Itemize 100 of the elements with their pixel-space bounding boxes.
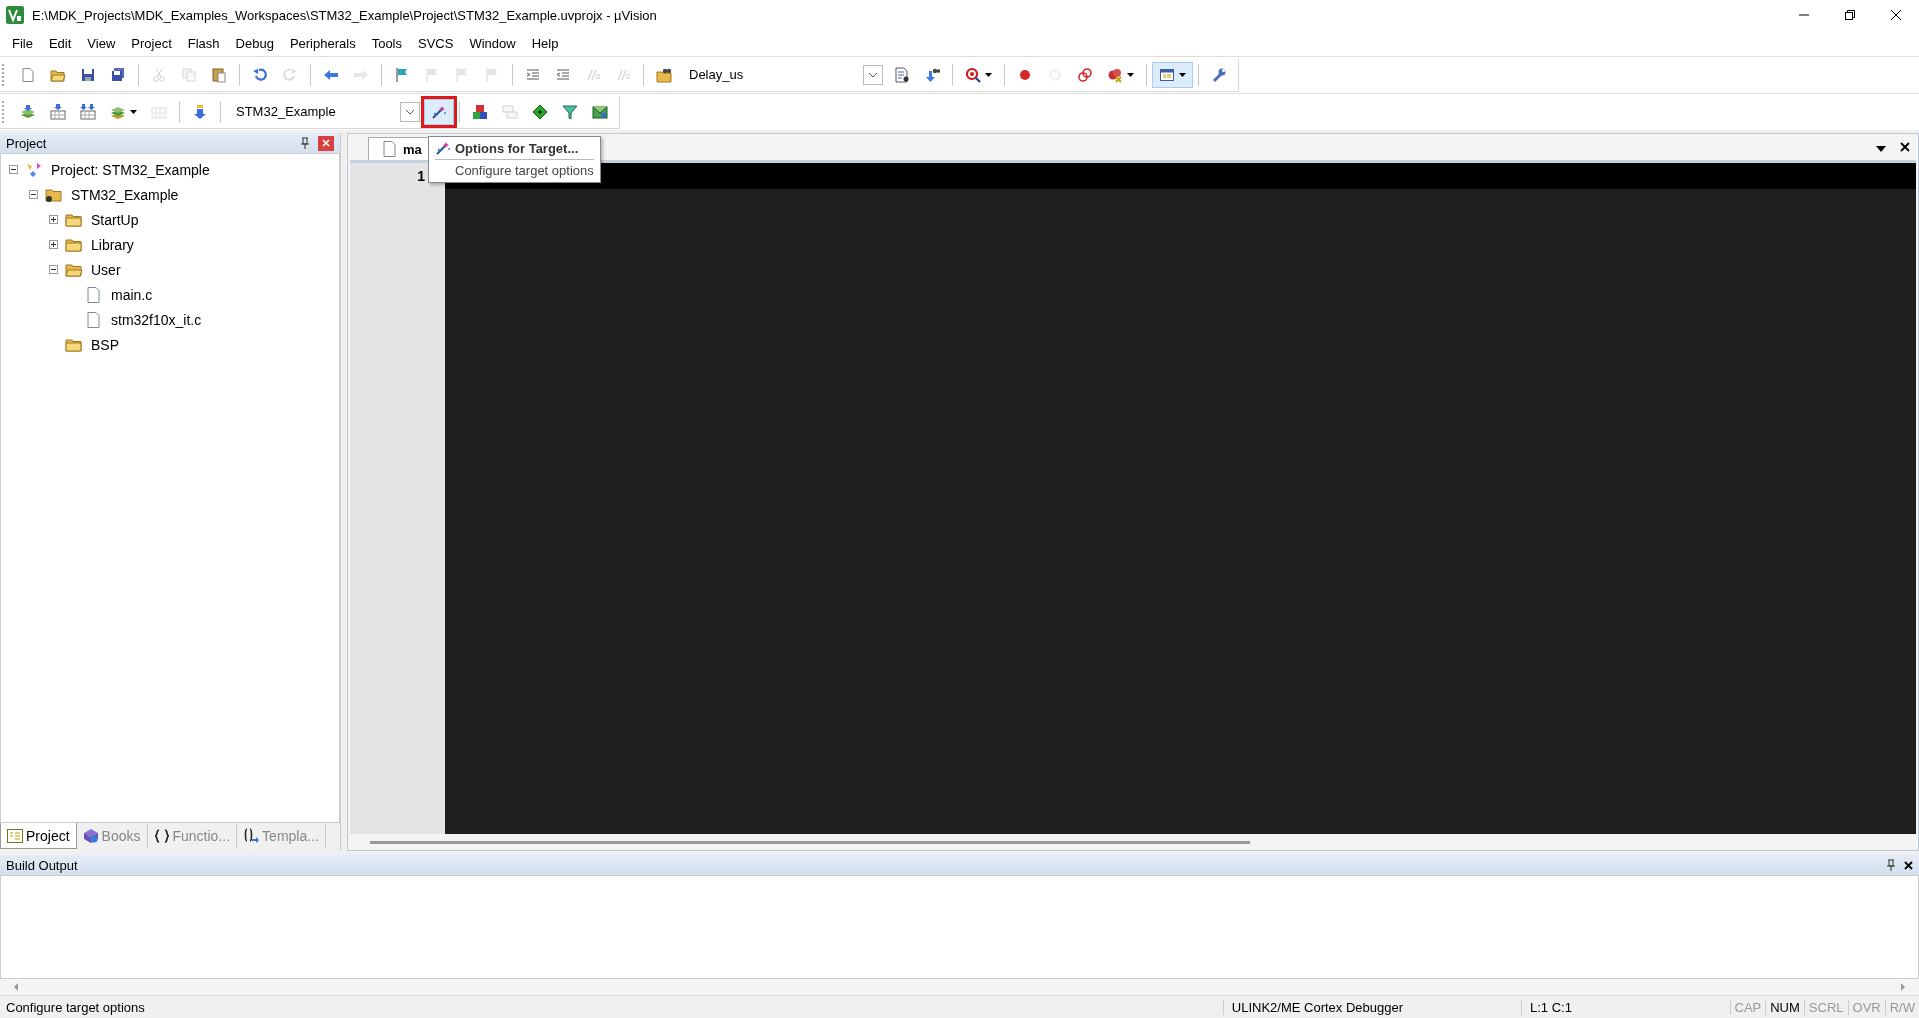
- menu-item[interactable]: Window: [461, 35, 524, 51]
- file-icon: [383, 141, 397, 157]
- caret-icon: [1127, 72, 1134, 77]
- tree-item[interactable]: Library: [91, 236, 134, 253]
- key-indicator: NUM: [1765, 999, 1804, 1015]
- chevron-down-icon: [868, 71, 878, 78]
- book-icon: [82, 827, 99, 844]
- debugger-status: ULINK2/ME Cortex Debugger: [1222, 999, 1522, 1015]
- copy-icon: [181, 66, 197, 83]
- key-indicator: CAP: [1729, 999, 1766, 1015]
- download-arrow-icon: [192, 103, 208, 120]
- wrench-icon: [1211, 66, 1227, 83]
- menu-item[interactable]: Help: [523, 35, 567, 51]
- close-icon: [322, 139, 330, 147]
- menu-item[interactable]: View: [79, 35, 124, 51]
- pin-icon[interactable]: [300, 137, 310, 149]
- indent-lines-icon: [525, 66, 541, 83]
- folder-icon: [45, 186, 63, 203]
- key-indicator: OVR: [1847, 999, 1885, 1015]
- menu-item[interactable]: File: [4, 35, 41, 51]
- outdent-lines-icon: [555, 66, 571, 83]
- document-search-icon: [894, 66, 910, 83]
- undo-arrow-icon: [252, 66, 268, 83]
- key-indicator: SCRL: [1803, 999, 1848, 1015]
- expander-icon[interactable]: [9, 165, 18, 174]
- tree-item[interactable]: stm32f10x_it.c: [111, 311, 202, 328]
- expander-icon[interactable]: [49, 265, 58, 274]
- app-logo-icon: [6, 6, 24, 24]
- caret-icon: [985, 72, 992, 77]
- chip-envelope-icon: [592, 103, 608, 120]
- diamond-icon: [532, 103, 548, 120]
- stacked-disks-icon: [110, 66, 126, 83]
- panel-title: Build Output: [6, 857, 79, 873]
- new-file-icon: [20, 66, 36, 83]
- cursor-position: L:1 C:1: [1521, 999, 1730, 1015]
- folder-icon: [65, 236, 83, 253]
- blocks-icon: [472, 103, 488, 120]
- magic-wand-button[interactable]: [424, 98, 454, 125]
- close-icon: [1890, 9, 1902, 21]
- stacked-layers-arrow-icon: [20, 103, 36, 120]
- expander-icon[interactable]: [49, 240, 58, 249]
- scissors-icon: [151, 66, 167, 83]
- binoculars-folder-icon: [656, 66, 672, 83]
- tree-item[interactable]: STM32_Example: [71, 186, 179, 203]
- tree-item[interactable]: User: [91, 261, 121, 278]
- panel-tab[interactable]: Project: [0, 823, 77, 849]
- grid-arrow-icon: [50, 103, 66, 120]
- funnel-icon: [562, 103, 578, 120]
- scrollbar-thumb[interactable]: [370, 840, 1250, 844]
- menu-item[interactable]: Edit: [40, 35, 80, 51]
- panel-title: Project: [6, 135, 48, 151]
- key-indicator: R/W: [1884, 999, 1919, 1015]
- close-icon[interactable]: [1904, 860, 1913, 870]
- small-flag-icon: [454, 66, 470, 83]
- flag-icon: [394, 66, 410, 83]
- project-icon: [25, 161, 43, 178]
- close-icon[interactable]: [1900, 142, 1910, 152]
- window-icon: [7, 828, 23, 843]
- tree-item[interactable]: main.c: [111, 286, 153, 303]
- caret-icon: [1179, 72, 1186, 77]
- expander-icon[interactable]: [29, 190, 38, 199]
- small-flag-icon: [424, 66, 440, 83]
- dots-cross-icon: [1107, 66, 1123, 83]
- magnifier-icon: [965, 66, 981, 83]
- chevron-down-icon: [405, 108, 415, 115]
- folder-icon: [65, 211, 83, 228]
- window-icon: [1159, 66, 1175, 83]
- menu-item[interactable]: Debug: [227, 35, 282, 51]
- status-message: Configure target options: [5, 999, 146, 1015]
- menu-item[interactable]: Peripherals: [281, 35, 364, 51]
- tooltip-description: Configure target options: [454, 163, 594, 178]
- folder-icon: [65, 336, 83, 353]
- tooltip-title: Options for Target...: [455, 140, 579, 156]
- expander-icon[interactable]: [49, 215, 58, 224]
- double-grid-arrow-icon: [80, 103, 96, 120]
- function-combo-box[interactable]: Delay_us: [683, 63, 883, 86]
- arrow-binoculars-icon: [924, 66, 940, 83]
- stacked-windows-icon: [502, 103, 518, 120]
- window-button[interactable]: [1152, 61, 1193, 88]
- scroll-right-icon[interactable]: [1899, 982, 1907, 992]
- clipboard-icon: [211, 66, 227, 83]
- window-title: E:\MDK_Projects\MDK_Examples_Workspaces\STM32_Example\Project\STM32_Example.uvprojx - µVision: [32, 7, 658, 23]
- tree-item[interactable]: Project: STM32_Example: [51, 161, 210, 178]
- scroll-left-icon[interactable]: [12, 982, 20, 992]
- tree-item[interactable]: BSP: [91, 336, 119, 353]
- menu-item[interactable]: Flash: [179, 35, 228, 51]
- tree-item[interactable]: StartUp: [91, 211, 139, 228]
- target-combo-box[interactable]: STM32_Example: [230, 100, 420, 123]
- linked-circles-icon: [1077, 66, 1093, 83]
- close-button[interactable]: [318, 135, 334, 151]
- menu-item[interactable]: Tools: [363, 35, 410, 51]
- pin-icon[interactable]: [1886, 859, 1896, 871]
- hollow-circle-icon: [1047, 66, 1063, 83]
- restore-icon: [1844, 9, 1856, 21]
- menu-item[interactable]: SVCS: [410, 35, 462, 51]
- file-icon: [85, 311, 103, 328]
- folder-icon: [65, 261, 83, 278]
- menu-item[interactable]: Project: [123, 35, 180, 51]
- dropdown-icon[interactable]: [1876, 146, 1886, 152]
- caret-icon: [130, 109, 137, 114]
